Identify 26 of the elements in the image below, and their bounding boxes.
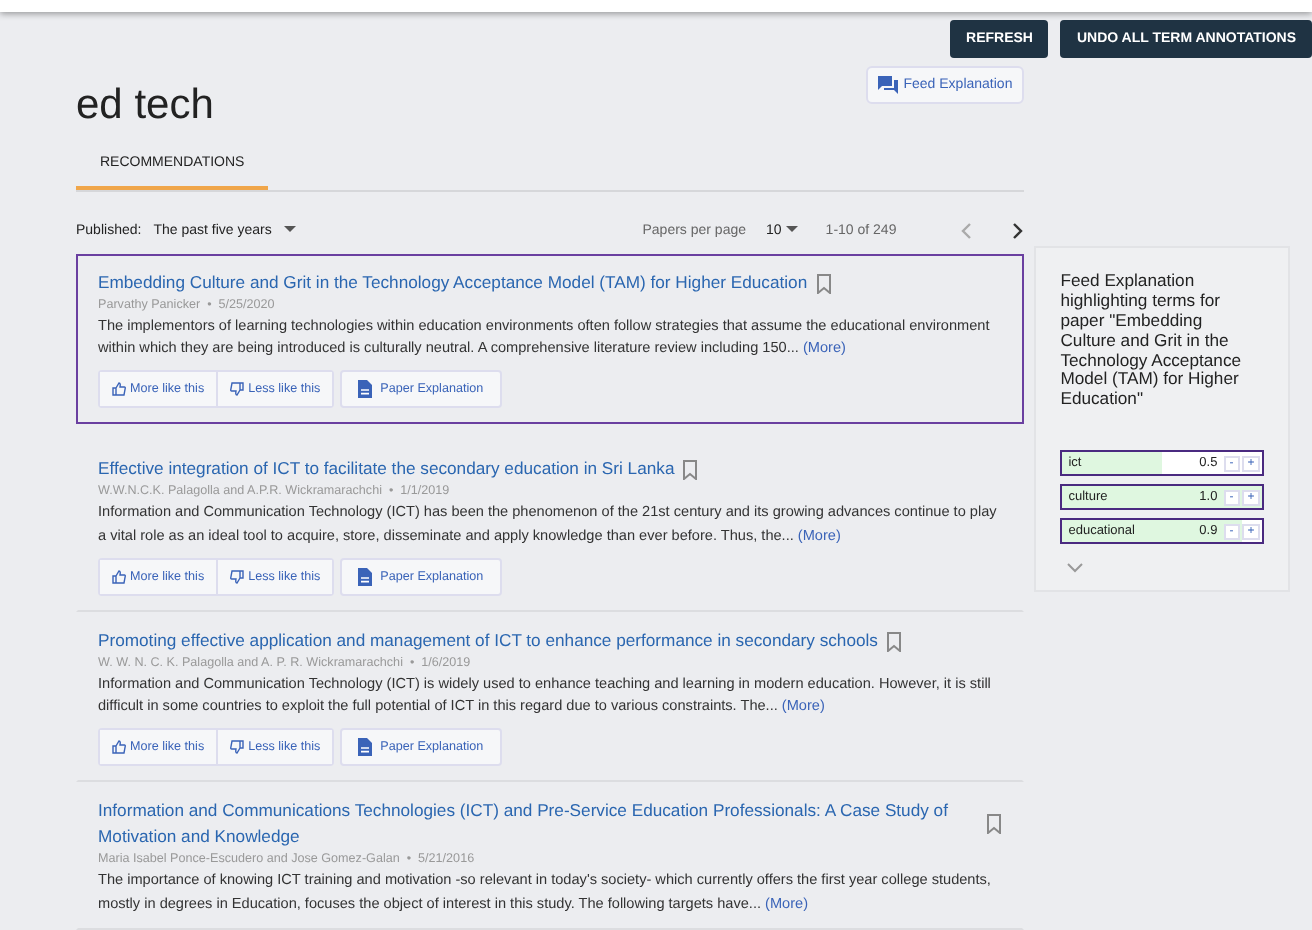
thumbs-down-icon bbox=[230, 382, 245, 397]
bookmark-icon[interactable] bbox=[682, 460, 699, 481]
paper-title-link[interactable]: Promoting effective application and management of ICT to enhance performance in secondary schools bbox=[98, 627, 878, 654]
bookmark-icon[interactable] bbox=[885, 631, 902, 652]
document-icon bbox=[358, 567, 373, 586]
chat-icon bbox=[877, 76, 898, 94]
thumbs-up-icon bbox=[112, 740, 126, 755]
expand-icon[interactable] bbox=[1066, 562, 1085, 575]
page-title: ed tech bbox=[76, 82, 214, 130]
paper-title-link[interactable]: Information and Communications Technologies (ICT) and Pre-Service Education Professionals: A Case Study of Motivation and Knowledge bbox=[98, 798, 979, 851]
paper-title-link[interactable]: Embedding Culture and Grit in the Technology Acceptance Model (TAM) for Higher Education bbox=[98, 270, 808, 296]
caret-icon bbox=[283, 226, 296, 234]
previous-page-icon[interactable] bbox=[960, 221, 973, 239]
thumbs-down-icon bbox=[230, 740, 245, 755]
document-icon bbox=[358, 738, 373, 757]
paper-title-link[interactable]: Effective integration of ICT to facilitate the secondary education in Sri Lanka bbox=[98, 456, 675, 483]
caret-icon bbox=[785, 226, 798, 234]
document-icon bbox=[358, 380, 373, 399]
panel-heading: Feed Explanation highlighting terms for paper "Embedding Culture and Grit in the Technology Acceptance Model (TAM) for Higher Education" bbox=[1060, 272, 1244, 411]
paper-card[interactable] bbox=[76, 254, 1025, 425]
bookmark-icon[interactable] bbox=[815, 274, 832, 294]
thumbs-up-icon bbox=[112, 569, 126, 584]
thumbs-up-icon bbox=[112, 382, 126, 397]
next-page-icon[interactable] bbox=[1012, 221, 1025, 239]
bookmark-icon[interactable] bbox=[986, 814, 1003, 835]
thumbs-down-icon bbox=[230, 569, 245, 584]
